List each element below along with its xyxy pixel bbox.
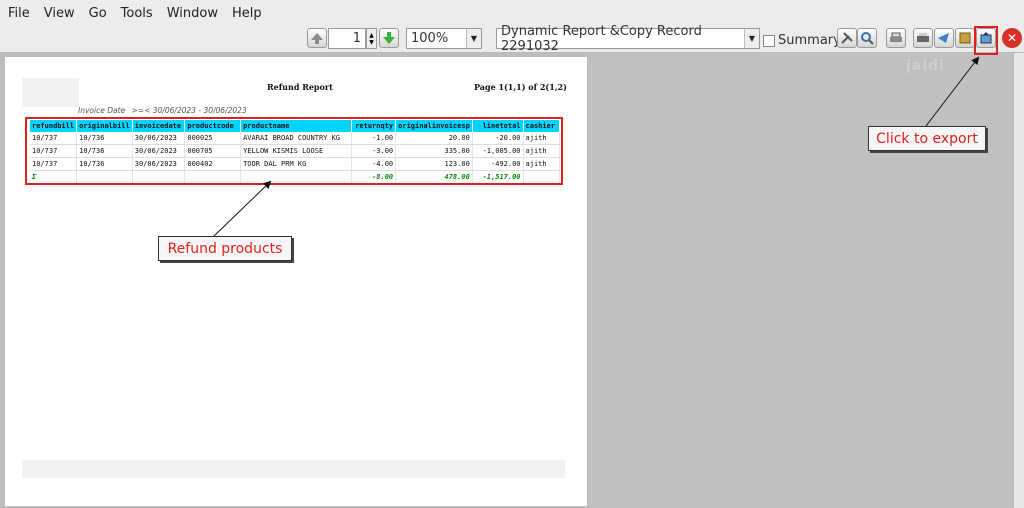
refund-products-callout: Refund products [158, 236, 292, 261]
jaldi-watermark: jaldi [906, 58, 945, 74]
click-to-export-callout: Click to export [868, 126, 986, 151]
vertical-scrollbar[interactable] [1013, 53, 1024, 508]
refund-arrow [213, 180, 272, 237]
annotation-arrows [213, 56, 980, 237]
